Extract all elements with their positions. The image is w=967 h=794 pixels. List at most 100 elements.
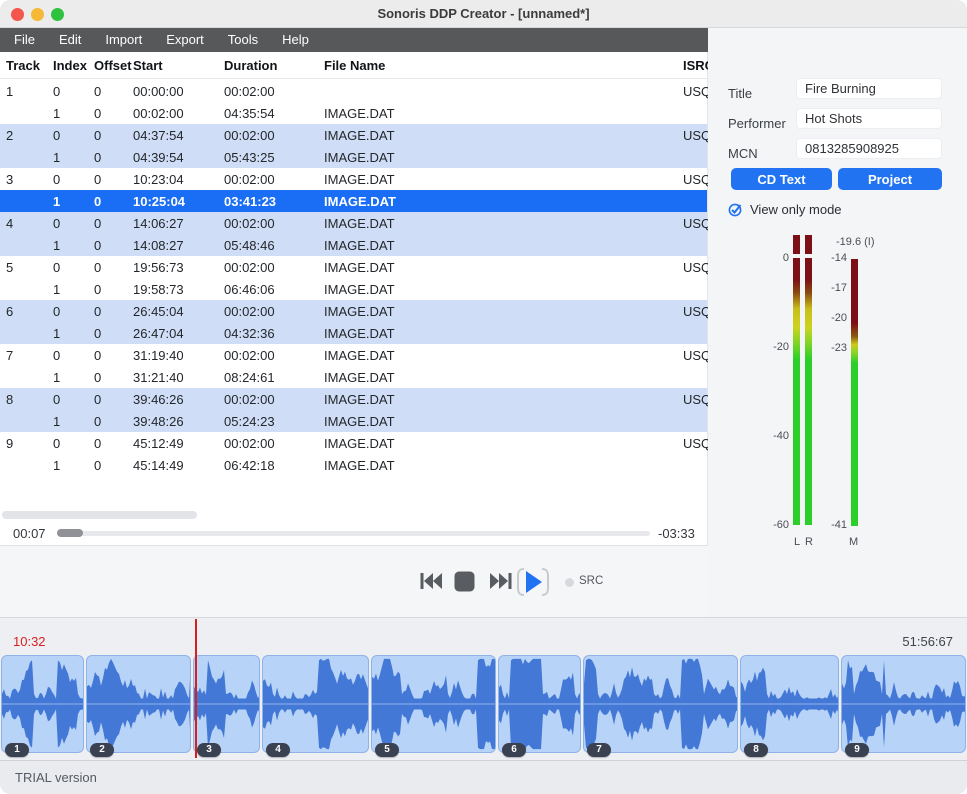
view-only-checkbox[interactable]: View only mode — [728, 201, 842, 217]
cell: 0 — [94, 326, 101, 341]
cell: 04:35:54 — [224, 106, 275, 121]
cell: USQ — [683, 304, 711, 319]
table-row[interactable]: 1039:48:2605:24:23IMAGE.DAT — [0, 410, 707, 432]
meter-scale-label: -20 — [759, 341, 789, 353]
horizontal-scrollbar-thumb[interactable] — [2, 511, 197, 519]
mcn-label: MCN — [728, 146, 758, 161]
cell: 7 — [6, 348, 13, 363]
table-row[interactable]: 1004:39:5405:43:25IMAGE.DAT — [0, 146, 707, 168]
cell: IMAGE.DAT — [324, 260, 395, 275]
cell: 1 — [53, 194, 60, 209]
menu-item-edit[interactable]: Edit — [47, 28, 93, 52]
waveform-track-2[interactable] — [86, 655, 191, 753]
column-header-file-name[interactable]: File Name — [324, 58, 385, 73]
src-radio[interactable] — [565, 578, 574, 587]
cell: IMAGE.DAT — [324, 238, 395, 253]
project-button[interactable]: Project — [838, 168, 942, 190]
menu-bar: FileEditImportExportToolsHelp — [0, 28, 708, 52]
waveform-track-9[interactable] — [841, 655, 966, 753]
table-row[interactable]: 1045:14:4906:42:18IMAGE.DAT — [0, 454, 707, 476]
table-row[interactable]: 1000:02:0004:35:54IMAGE.DAT — [0, 102, 707, 124]
meter-scale-label: -20 — [817, 312, 847, 324]
waveform-track-8[interactable] — [740, 655, 839, 753]
cell: 0 — [53, 348, 60, 363]
cell: USQ — [683, 392, 711, 407]
track-number-badge: 9 — [845, 743, 869, 757]
table-row[interactable]: 40014:06:2700:02:00IMAGE.DATUSQ — [0, 212, 707, 234]
cell: 3 — [6, 172, 13, 187]
cell: 0 — [94, 150, 101, 165]
table-row[interactable]: 1019:58:7306:46:06IMAGE.DAT — [0, 278, 707, 300]
track-number-badge: 5 — [375, 743, 399, 757]
mcn-input[interactable] — [796, 138, 942, 159]
table-row[interactable]: 30010:23:0400:02:00IMAGE.DATUSQ — [0, 168, 707, 190]
cell: 0 — [94, 414, 101, 429]
table-row[interactable]: 80039:46:2600:02:00IMAGE.DATUSQ — [0, 388, 707, 410]
column-header-track[interactable]: Track — [6, 58, 40, 73]
cell: 31:19:40 — [133, 348, 184, 363]
previous-track-button[interactable] — [419, 571, 443, 596]
cell: IMAGE.DAT — [324, 150, 395, 165]
cell: 0 — [53, 216, 60, 231]
column-header-duration[interactable]: Duration — [224, 58, 277, 73]
cd-text-button[interactable]: CD Text — [731, 168, 832, 190]
checked-circle-icon — [728, 202, 743, 217]
title-input[interactable] — [796, 78, 942, 99]
src-label: SRC — [579, 575, 603, 587]
waveform-track-7[interactable] — [583, 655, 738, 753]
menu-item-import[interactable]: Import — [93, 28, 154, 52]
table-row[interactable]: 70031:19:4000:02:00IMAGE.DATUSQ — [0, 344, 707, 366]
column-header-offset[interactable]: Offset — [94, 58, 132, 73]
waveform-track-3[interactable] — [193, 655, 260, 753]
cell: 0 — [94, 348, 101, 363]
seek-slider-track[interactable] — [57, 531, 650, 536]
cell: 08:24:61 — [224, 370, 275, 385]
cell: IMAGE.DAT — [324, 106, 395, 121]
stop-button[interactable] — [454, 571, 475, 597]
cell: 0 — [94, 84, 101, 99]
menu-item-export[interactable]: Export — [154, 28, 216, 52]
cell: 0 — [94, 458, 101, 473]
cell: 00:02:00 — [224, 436, 275, 451]
table-row[interactable]: 20004:37:5400:02:00IMAGE.DATUSQ — [0, 124, 707, 146]
table-row[interactable]: 1010:25:0403:41:23IMAGE.DAT — [0, 190, 707, 212]
cell: 14:08:27 — [133, 238, 184, 253]
cell: 39:48:26 — [133, 414, 184, 429]
play-button[interactable] — [516, 567, 550, 602]
track-table-panel: TrackIndexOffsetStartDurationFile NameIS… — [0, 52, 708, 545]
menu-item-file[interactable]: File — [0, 28, 47, 52]
menu-item-tools[interactable]: Tools — [216, 28, 270, 52]
table-row[interactable]: 1014:08:2705:48:46IMAGE.DAT — [0, 234, 707, 256]
meter-scale-label: -14 — [817, 252, 847, 264]
seek-slider-thumb[interactable] — [57, 529, 83, 537]
menu-item-help[interactable]: Help — [270, 28, 321, 52]
table-row[interactable]: 90045:12:4900:02:00IMAGE.DATUSQ — [0, 432, 707, 454]
column-header-index[interactable]: Index — [53, 58, 87, 73]
table-row[interactable]: 10000:00:0000:02:00USQ — [0, 80, 707, 102]
waveform-track-6[interactable] — [498, 655, 581, 753]
waveform-track-1[interactable] — [1, 655, 84, 753]
next-track-button[interactable] — [489, 571, 513, 596]
cell: 04:37:54 — [133, 128, 184, 143]
cell: USQ — [683, 348, 711, 363]
waveform-track-4[interactable] — [262, 655, 369, 753]
track-number-badge: 7 — [587, 743, 611, 757]
title-bar: Sonoris DDP Creator - [unnamed*] — [0, 0, 967, 28]
playhead-line[interactable] — [195, 619, 197, 758]
cell: IMAGE.DAT — [324, 216, 395, 231]
table-row[interactable]: 50019:56:7300:02:00IMAGE.DATUSQ — [0, 256, 707, 278]
cell: 10:23:04 — [133, 172, 184, 187]
track-number-badge: 1 — [5, 743, 29, 757]
column-header-start[interactable]: Start — [133, 58, 163, 73]
meter-scale-label: -17 — [817, 282, 847, 294]
cell: 26:45:04 — [133, 304, 184, 319]
table-row[interactable]: 1031:21:4008:24:61IMAGE.DAT — [0, 366, 707, 388]
cell: IMAGE.DAT — [324, 172, 395, 187]
clip-indicator-left — [793, 235, 800, 254]
waveform-track-5[interactable] — [371, 655, 496, 753]
level-meter-left — [793, 258, 800, 525]
table-row[interactable]: 60026:45:0400:02:00IMAGE.DATUSQ — [0, 300, 707, 322]
performer-input[interactable] — [796, 108, 942, 129]
table-header: TrackIndexOffsetStartDurationFile NameIS… — [0, 52, 707, 79]
table-row[interactable]: 1026:47:0404:32:36IMAGE.DAT — [0, 322, 707, 344]
